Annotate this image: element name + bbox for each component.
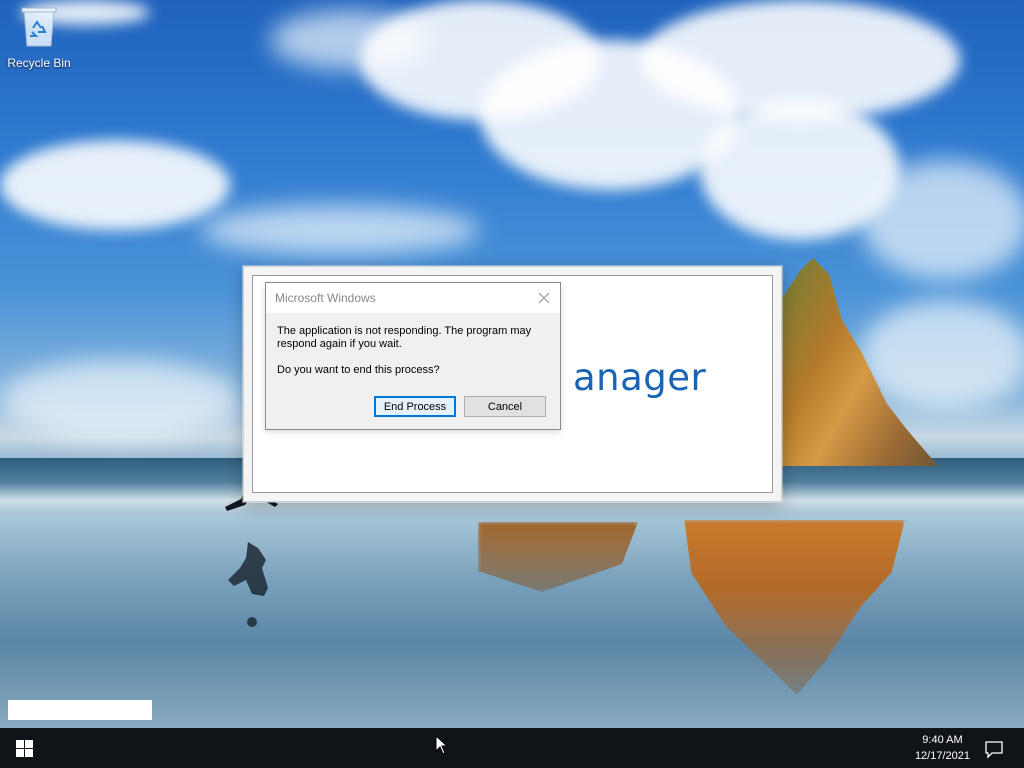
close-button[interactable] [530,284,558,312]
cloud [0,140,230,230]
clock-date: 12/17/2021 [914,750,970,762]
dialog-question: Do you want to end this process? [277,364,440,376]
mouse-cursor-icon [435,735,449,755]
action-center-button[interactable] [984,739,1004,759]
recycle-bin-shortcut[interactable]: Recycle Bin [4,6,74,70]
dialog-message-line: The application is not responding. The p… [277,325,532,337]
windows-logo-icon [15,739,33,757]
cloud [200,205,480,255]
dialog-titlebar[interactable]: Microsoft Windows [266,283,560,313]
taskbar: 9:40 AM 12/17/2021 [0,728,1024,768]
cloud [0,360,240,440]
taskbar-clock[interactable]: 9:40 AM 12/17/2021 [915,732,970,764]
cloud [860,160,1024,280]
not-responding-dialog[interactable]: Microsoft Windows The application is not… [265,282,561,430]
cancel-button[interactable]: Cancel [464,396,546,417]
cloud [860,300,1024,410]
action-center-icon [985,741,1003,759]
recycle-bin-icon [20,6,58,48]
start-button[interactable] [0,728,48,768]
dialog-message-line: respond again if you wait. [277,338,402,350]
dialog-message: The application is not responding. The p… [277,325,547,377]
search-box[interactable] [8,700,152,720]
clock-time: 9:40 AM [922,734,963,746]
task-manager-splash-text: anager [573,356,707,399]
recycle-bin-label: Recycle Bin [7,56,71,70]
dialog-title: Microsoft Windows [275,291,376,305]
close-icon [538,292,550,304]
end-process-button[interactable]: End Process [374,396,456,417]
